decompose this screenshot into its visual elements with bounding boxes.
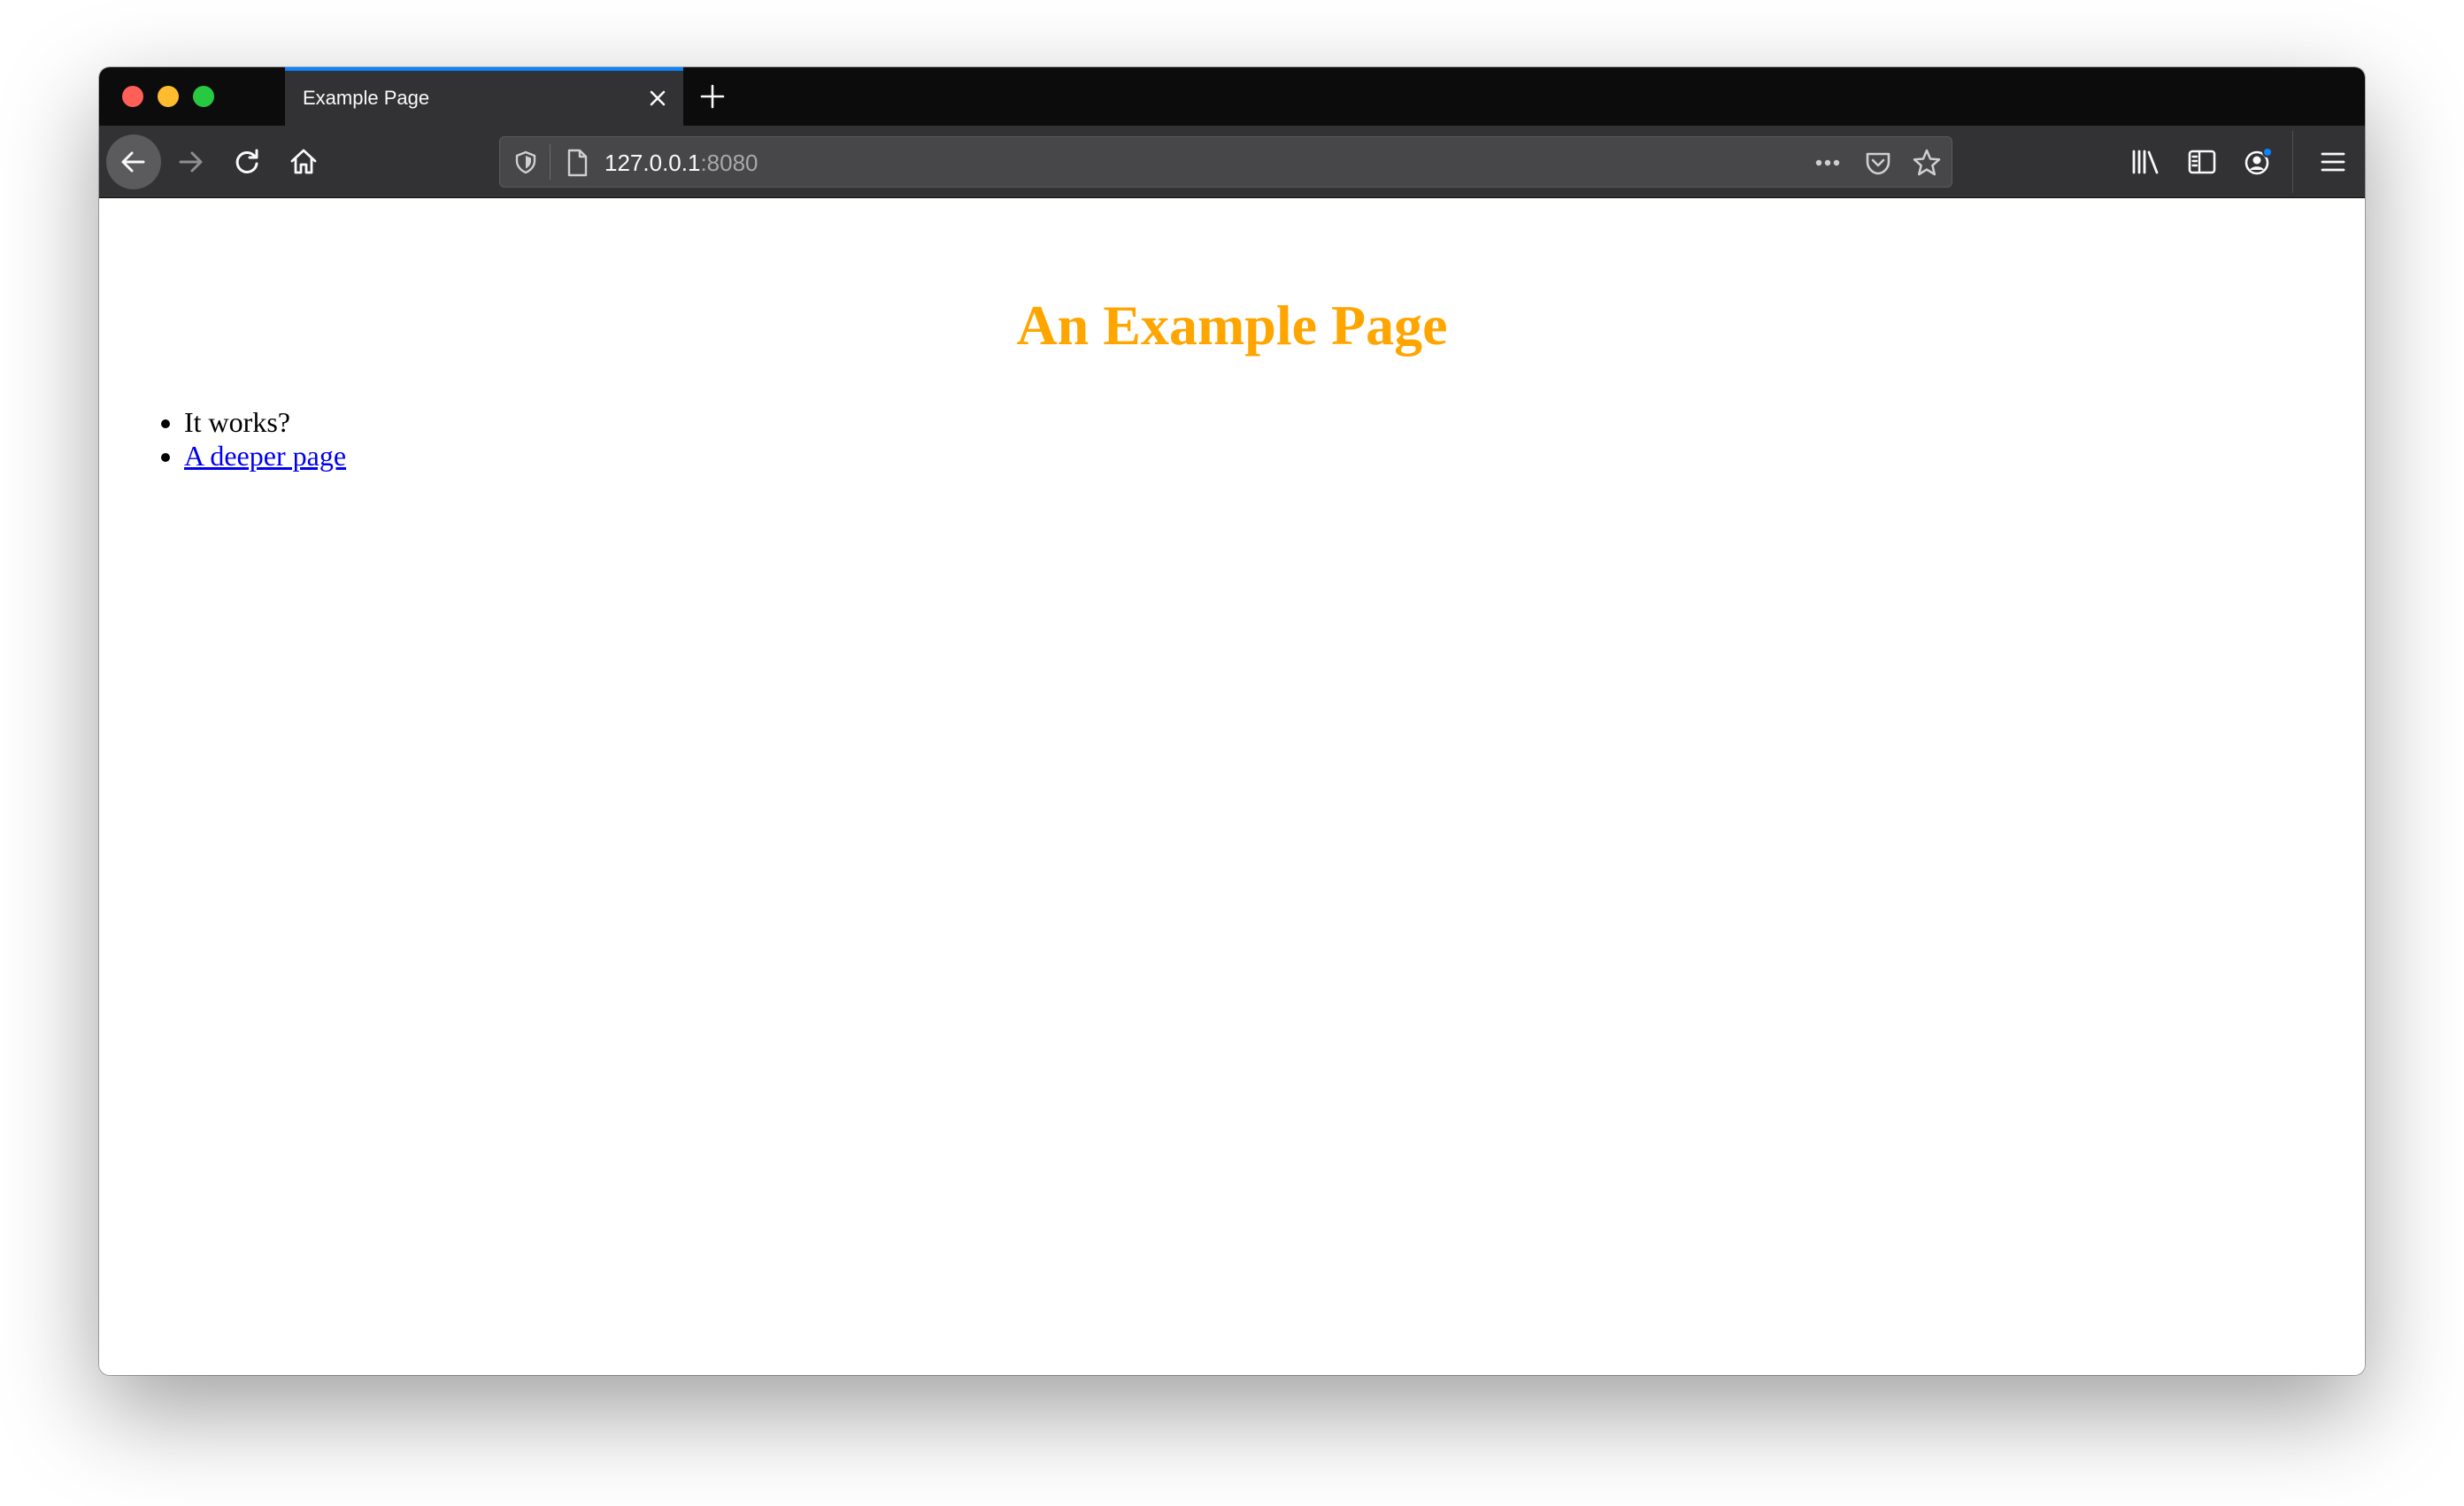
tab-title: Example Page: [303, 87, 430, 109]
toolbar-separator: [2292, 131, 2293, 193]
zoom-window-button[interactable]: [193, 86, 214, 107]
reload-icon: [235, 149, 258, 173]
title-bar: Example Page: [99, 67, 2365, 126]
browser-window: Example Page 127.0.0.1:8080 An Example P…: [99, 67, 2365, 1375]
shield-icon[interactable]: [512, 149, 539, 180]
close-window-button[interactable]: [122, 86, 143, 107]
library-icon[interactable]: [2128, 144, 2163, 180]
forward-button[interactable]: [163, 134, 218, 189]
tab-example-page[interactable]: Example Page: [285, 67, 683, 126]
url-host: 127.0.0.1: [604, 150, 701, 176]
navigation-toolbar: 127.0.0.1:8080: [99, 126, 2365, 198]
plus-icon[interactable]: [697, 81, 728, 111]
hamburger-menu-icon[interactable]: [2315, 144, 2351, 180]
address-bar[interactable]: 127.0.0.1:8080: [499, 136, 1952, 188]
home-icon: [290, 149, 317, 174]
reload-button[interactable]: [219, 134, 274, 189]
list-item: A deeper page: [184, 439, 346, 473]
page-heading: An Example Page: [1016, 294, 1448, 357]
back-button[interactable]: [106, 134, 161, 189]
home-button[interactable]: [276, 134, 331, 189]
sidebar-icon[interactable]: [2184, 144, 2220, 180]
page-content: An Example Page It works? A deeper page: [99, 198, 2365, 1375]
pocket-icon[interactable]: [1863, 148, 1893, 182]
page-icon: [564, 148, 590, 182]
account-icon[interactable]: [2241, 144, 2276, 180]
deeper-page-link[interactable]: A deeper page: [184, 440, 346, 472]
arrow-right-icon: [179, 151, 203, 173]
star-icon[interactable]: [1911, 147, 1943, 183]
close-icon[interactable]: [644, 85, 671, 111]
minimize-window-button[interactable]: [158, 86, 179, 107]
url-text[interactable]: 127.0.0.1:8080: [604, 150, 758, 177]
list-item: It works?: [184, 405, 346, 439]
more-icon[interactable]: [1812, 150, 1844, 181]
url-port: :8080: [700, 150, 758, 176]
list-item-text: It works?: [184, 406, 290, 438]
link-list: It works? A deeper page: [99, 405, 346, 473]
arrow-left-icon: [121, 151, 145, 173]
address-divider: [550, 144, 551, 180]
